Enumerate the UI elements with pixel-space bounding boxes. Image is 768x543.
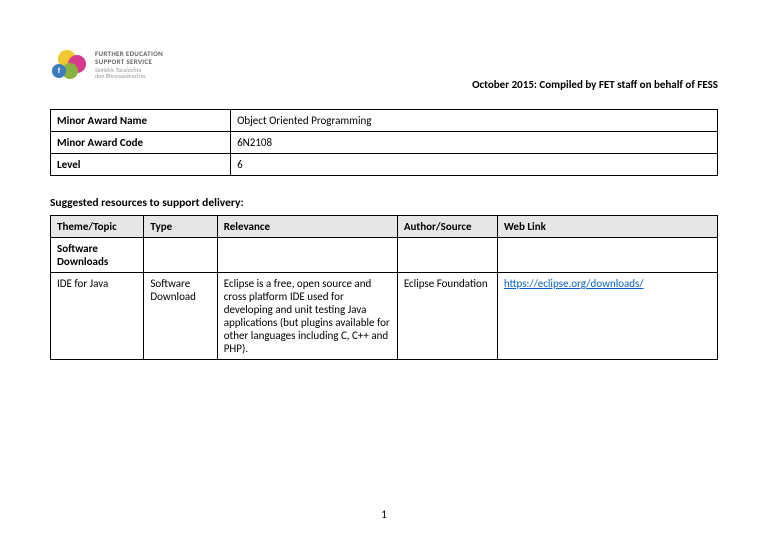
cell-relevance: Eclipse is a free, open source and cross… <box>217 273 397 360</box>
info-label: Level <box>51 154 231 176</box>
logo-icon: f <box>50 50 90 80</box>
web-link[interactable]: https://eclipse.org/downloads/ <box>504 277 644 290</box>
logo-line2: SUPPORT SERVICE <box>95 58 163 66</box>
logo-line4: don Bhreisoideachas <box>95 73 163 80</box>
empty-cell <box>497 238 717 273</box>
header-author: Author/Source <box>397 216 497 238</box>
cell-theme: IDE for Java <box>51 273 144 360</box>
logo: f FURTHER EDUCATION SUPPORT SERVICE Seir… <box>50 50 163 80</box>
table-row: Level 6 <box>51 154 718 176</box>
section-title: Suggested resources to support delivery: <box>50 196 718 210</box>
header-theme: Theme/Topic <box>51 216 144 238</box>
table-row: IDE for Java Software Download Eclipse i… <box>51 273 718 360</box>
table-row: Minor Award Name Object Oriented Program… <box>51 110 718 132</box>
table-header-row: Theme/Topic Type Relevance Author/Source… <box>51 216 718 238</box>
info-value: Object Oriented Programming <box>231 110 718 132</box>
page-header: f FURTHER EDUCATION SUPPORT SERVICE Seir… <box>50 50 718 91</box>
award-info-table: Minor Award Name Object Oriented Program… <box>50 109 718 176</box>
section-row: Software Downloads <box>51 238 718 273</box>
section-label: Software Downloads <box>51 238 144 273</box>
header-link: Web Link <box>497 216 717 238</box>
cell-author: Eclipse Foundation <box>397 273 497 360</box>
logo-text: FURTHER EDUCATION SUPPORT SERVICE Seirbh… <box>95 50 163 80</box>
header-type: Type <box>144 216 217 238</box>
empty-cell <box>397 238 497 273</box>
info-value: 6 <box>231 154 718 176</box>
header-relevance: Relevance <box>217 216 397 238</box>
resources-table: Theme/Topic Type Relevance Author/Source… <box>50 215 718 360</box>
empty-cell <box>144 238 217 273</box>
empty-cell <box>217 238 397 273</box>
info-label: Minor Award Name <box>51 110 231 132</box>
page-number: 1 <box>381 508 387 521</box>
cell-type: Software Download <box>144 273 217 360</box>
header-compiled-text: October 2015: Compiled by FET staff on b… <box>472 78 718 91</box>
info-label: Minor Award Code <box>51 132 231 154</box>
info-value: 6N2108 <box>231 132 718 154</box>
table-row: Minor Award Code 6N2108 <box>51 132 718 154</box>
cell-link: https://eclipse.org/downloads/ <box>497 273 717 360</box>
